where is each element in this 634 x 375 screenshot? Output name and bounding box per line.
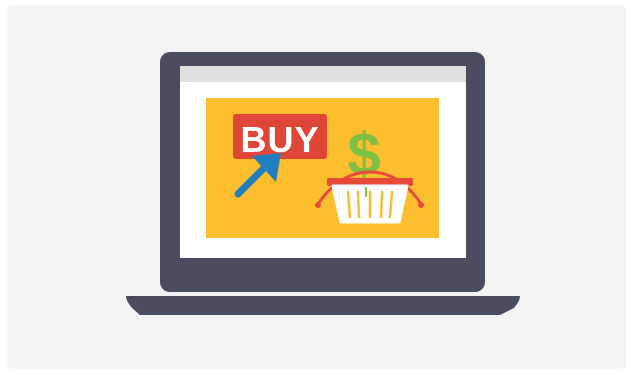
laptop-shopping-illustration: BUY $ [126,52,520,315]
laptop-base [126,296,520,315]
buy-sign-icon: BUY [233,114,327,160]
dollar-sign-icon: $ [347,121,380,188]
screen-top-bar [180,66,466,82]
